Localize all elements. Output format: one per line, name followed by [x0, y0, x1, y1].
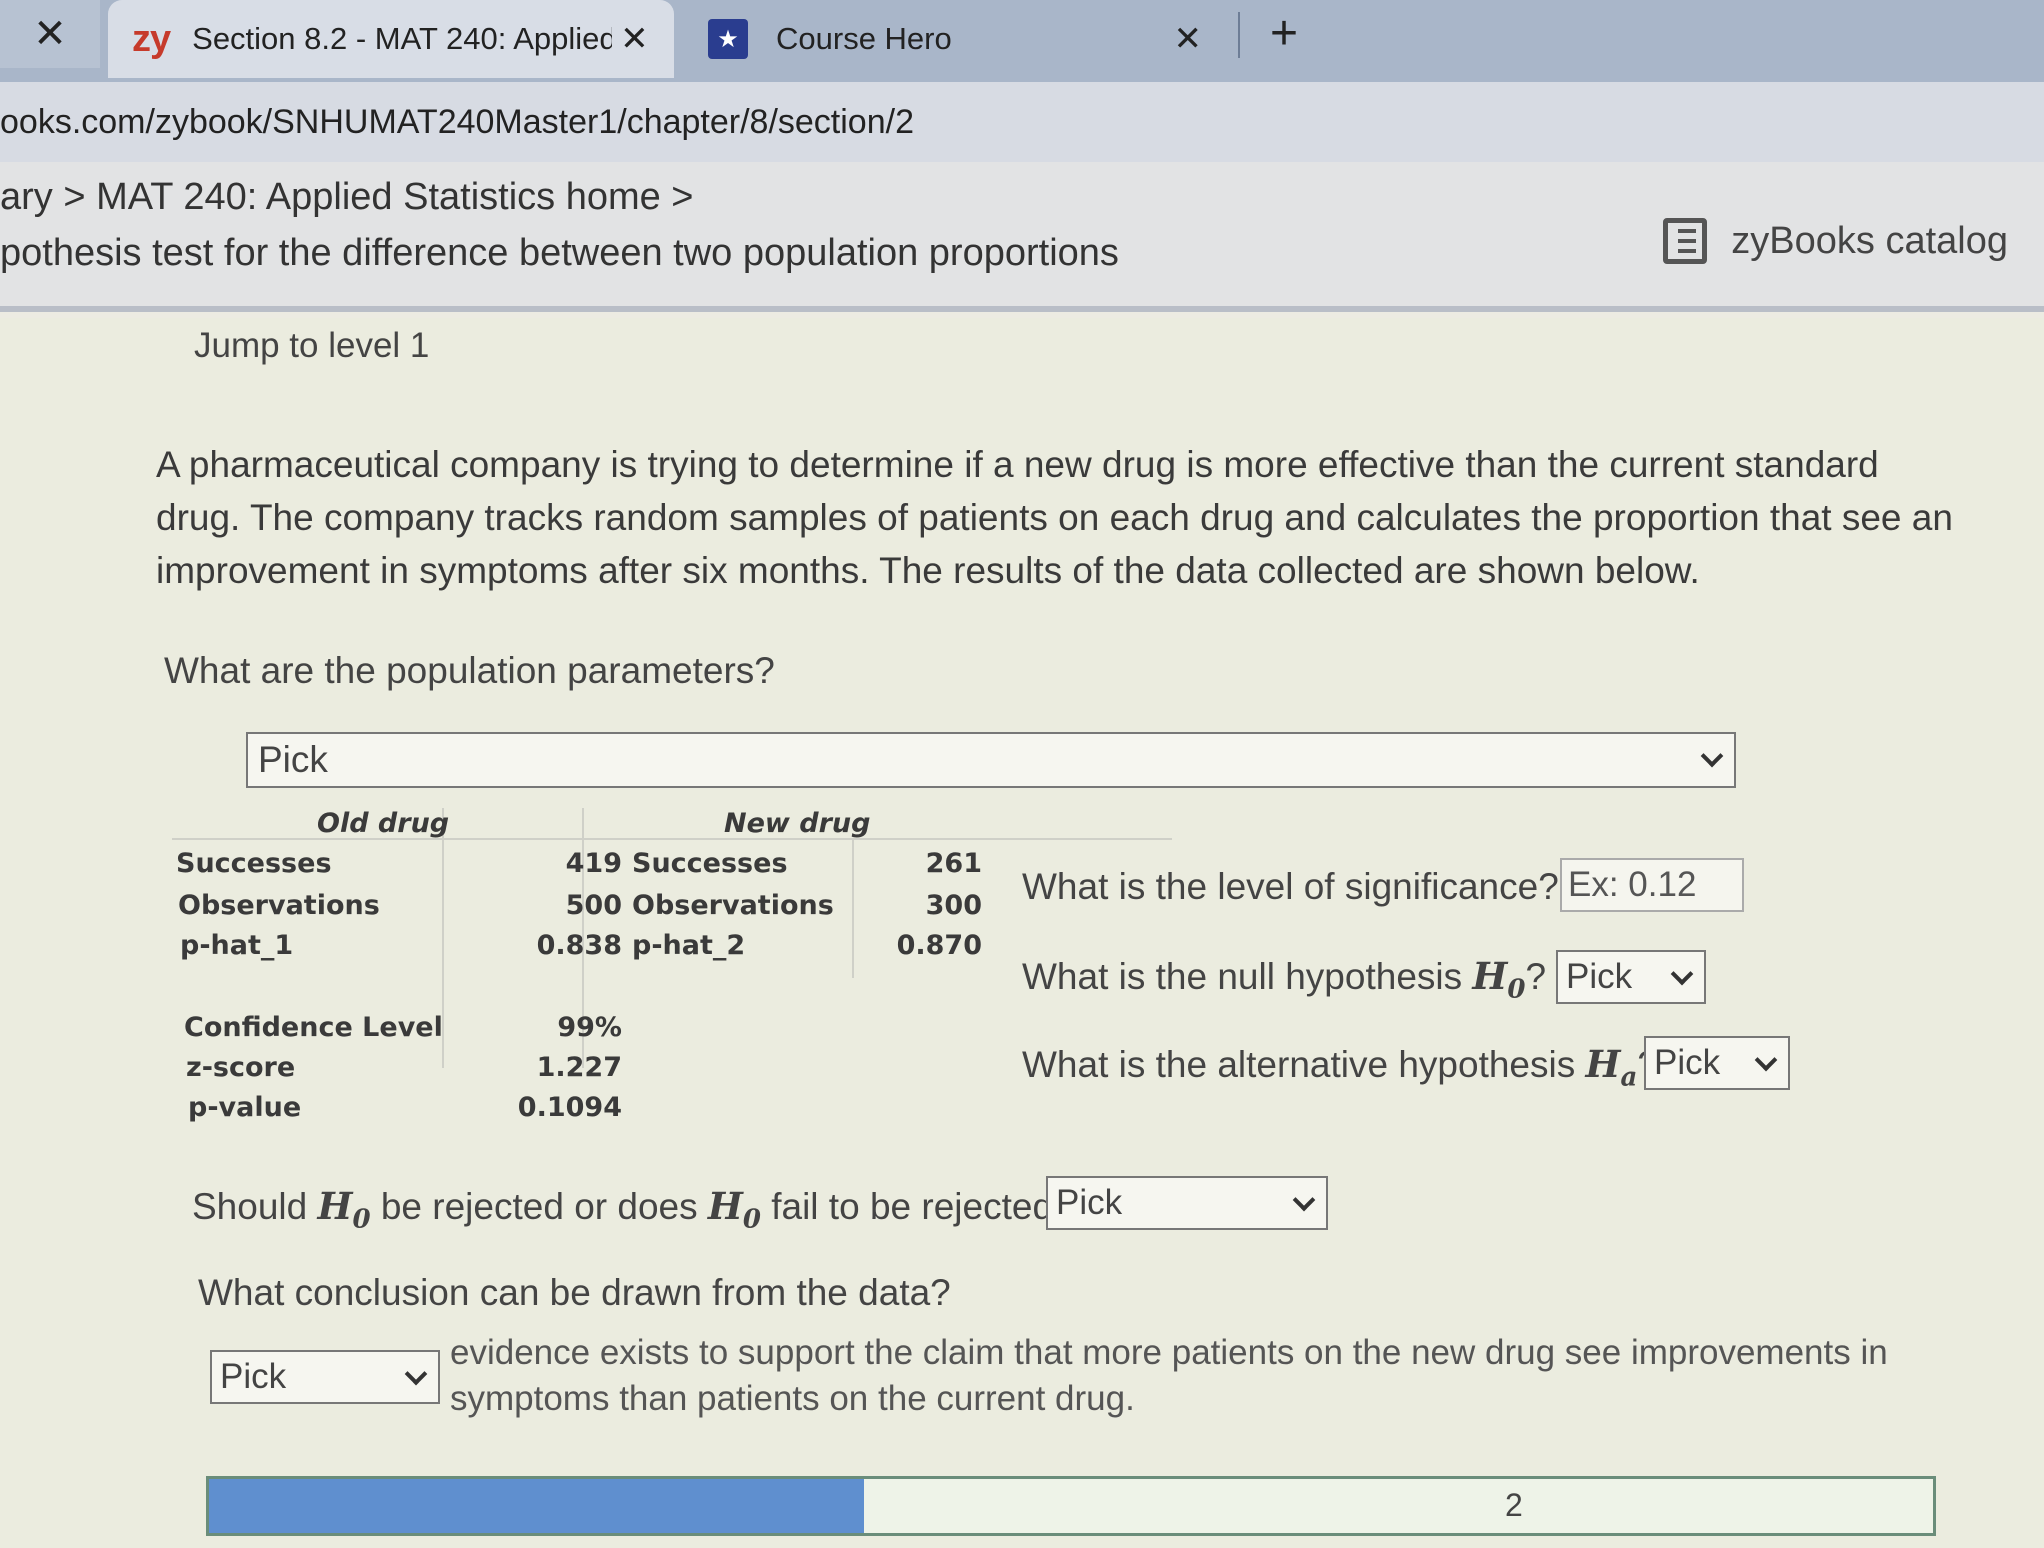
question-text: What is the null hypothesis [1022, 956, 1463, 997]
old-drug-header: Old drug [317, 808, 450, 839]
null-symbol: H0 [317, 1184, 371, 1235]
close-icon[interactable]: ✕ [620, 19, 649, 59]
null-symbol: H0 [1472, 954, 1526, 1005]
breadcrumb[interactable]: ary > MAT 240: Applied Statistics home > [0, 176, 694, 219]
tab-zybooks[interactable]: zy Section 8.2 - MAT 240: Applied St ✕ [108, 0, 674, 78]
conclusion-statement: evidence exists to support the claim tha… [450, 1333, 1888, 1418]
new-tab-button[interactable]: + [1270, 6, 1298, 61]
catalog-label: zyBooks catalog [1731, 219, 2008, 262]
select-value: Pick [220, 1357, 287, 1396]
browser-tab-strip: ✕ zy Section 8.2 - MAT 240: Applied St ✕… [0, 0, 2044, 82]
level-progress-bar[interactable]: 2 [206, 1476, 1936, 1536]
chevron-down-icon [404, 1362, 428, 1386]
new-drug-header: New drug [724, 808, 871, 839]
page-title: pothesis test for the difference between… [0, 232, 1119, 274]
question-conclusion: What conclusion can be drawn from the da… [198, 1272, 951, 1313]
close-icon[interactable]: ✕ [1174, 19, 1203, 59]
table-cell: 1.227 [536, 1052, 622, 1083]
chevron-down-icon [1670, 962, 1694, 986]
question-text: What is the alternative hypothesis [1022, 1044, 1576, 1085]
page-header: ary > MAT 240: Applied Statistics home >… [0, 162, 2044, 312]
alt-hypothesis-select[interactable]: Pick [1644, 1036, 1790, 1090]
select-value: Pick [258, 739, 328, 780]
alt-symbol: Ha [1585, 1042, 1638, 1093]
question-text: Should [192, 1186, 308, 1227]
question-mark: ? [1525, 956, 1547, 997]
tab-title: Course Hero [776, 21, 952, 56]
table-cell: 0.1094 [517, 1092, 622, 1123]
tab-separator [1238, 12, 1240, 58]
chevron-down-icon [1700, 744, 1724, 768]
question-text: be rejected or does [380, 1186, 698, 1227]
chevron-down-icon [1754, 1048, 1778, 1072]
table-cell: Confidence Level [184, 1012, 443, 1043]
jump-to-level-label[interactable]: Jump to level 1 [194, 326, 429, 366]
table-cell: p-hat_1 [180, 930, 294, 961]
chevron-down-icon [1292, 1188, 1316, 1212]
table-cell: p-hat_2 [632, 930, 746, 961]
table-cell: 300 [925, 890, 982, 921]
conclusion-select[interactable]: Pick [210, 1350, 440, 1404]
table-cell: 0.870 [896, 930, 982, 961]
question-reject: Should H0 be rejected or does H0 fail to… [192, 1184, 1074, 1234]
table-cell: p-value [188, 1092, 302, 1123]
zybooks-catalog-link[interactable]: zyBooks catalog [1663, 218, 2008, 264]
table-cell: 261 [925, 848, 982, 879]
catalog-icon [1663, 218, 1708, 264]
population-parameters-select[interactable]: Pick [246, 732, 1736, 788]
question-text: fail to be rejected? [771, 1186, 1074, 1227]
table-cell: 500 [565, 890, 622, 921]
table-cell: Observations [632, 890, 834, 921]
table-cell: Successes [632, 848, 788, 879]
table-cell: 99% [557, 1012, 622, 1043]
url-text: ooks.com/zybook/SNHUMAT240Master1/chapte… [0, 102, 914, 141]
course-hero-icon: ★ [708, 19, 748, 59]
question-alt-hypothesis: What is the alternative hypothesis Ha? [1022, 1042, 1658, 1092]
table-cell: Successes [176, 848, 332, 879]
table-divider [852, 838, 854, 978]
zybooks-logo-icon: zy [132, 17, 171, 60]
question-significance: What is the level of significance? [1022, 866, 1559, 907]
problem-statement: A pharmaceutical company is trying to de… [156, 444, 1953, 591]
null-symbol: H0 [707, 1184, 761, 1235]
progress-fill [209, 1479, 865, 1533]
significance-input[interactable]: Ex: 0.12 [1560, 858, 1744, 912]
level-number[interactable]: 2 [1505, 1487, 1523, 1524]
select-value: Pick [1056, 1183, 1123, 1222]
tab-course-hero[interactable]: ★ Course Hero ✕ [700, 0, 1230, 78]
table-cell: Observations [178, 890, 380, 921]
activity-content: Jump to level 1 A pharmaceutical company… [0, 318, 2044, 1548]
tab-title: Section 8.2 - MAT 240: Applied St [192, 21, 613, 56]
select-value: Pick [1566, 957, 1633, 996]
address-bar[interactable]: ooks.com/zybook/SNHUMAT240Master1/chapte… [0, 82, 2044, 162]
null-hypothesis-select[interactable]: Pick [1556, 950, 1706, 1004]
question-population-parameters: What are the population parameters? [164, 650, 775, 691]
table-cell: z-score [186, 1052, 296, 1083]
table-cell: 419 [565, 848, 622, 879]
close-tab-icon[interactable]: ✕ [0, 0, 100, 68]
reject-decision-select[interactable]: Pick [1046, 1176, 1328, 1230]
select-value: Pick [1654, 1043, 1721, 1082]
question-null-hypothesis: What is the null hypothesis H0? [1022, 954, 1546, 1004]
table-cell: 0.838 [536, 930, 622, 961]
